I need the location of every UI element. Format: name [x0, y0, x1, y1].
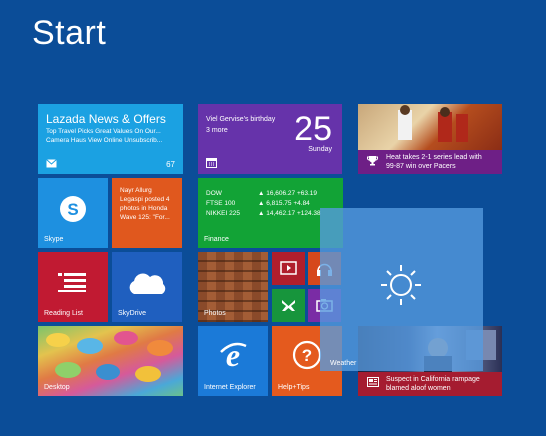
finance-row-value: ▲ 16,606.27 +63.19 — [258, 190, 318, 197]
skype-icon: S — [60, 196, 86, 222]
finance-row-value: ▲ 6,815.75 +4.84 — [258, 200, 310, 207]
start-title: Start — [32, 14, 107, 52]
finance-row-name: DOW — [206, 190, 222, 197]
finance-row-value: ▲ 14,462.17 +124.38 — [258, 210, 321, 217]
sports-headline-line-1: Heat takes 2-1 series lead with — [386, 154, 482, 161]
news-icon — [367, 377, 379, 387]
svg-text:S: S — [67, 200, 78, 219]
mail-line-1: Top Travel Picks Great Values On Our... — [46, 128, 161, 135]
calendar-more: 3 more — [206, 127, 228, 134]
people-update-line-4: Wave 125: "For... — [120, 214, 170, 221]
news-headline: Suspect in California rampage blamed alo… — [386, 375, 480, 393]
skydrive-tile[interactable]: SkyDrive — [112, 252, 182, 322]
xbox-icon — [282, 300, 295, 311]
mail-line-2: Camera Haus View Online Unsubscrib... — [46, 137, 163, 144]
help-tips-label: Help+Tips — [278, 384, 310, 391]
people-update-line-3: photos in Honda — [120, 205, 168, 212]
reading-list-label: Reading List — [44, 310, 83, 317]
skype-tile[interactable]: S Skype — [38, 178, 108, 248]
desktop-label: Desktop — [44, 384, 70, 391]
photos-label: Photos — [204, 310, 226, 317]
internet-explorer-label: Internet Explorer — [204, 384, 256, 391]
sports-photo — [358, 104, 502, 150]
internet-explorer-tile[interactable]: e Internet Explorer — [198, 326, 268, 396]
trophy-icon — [367, 156, 378, 166]
weather-label: Weather — [330, 360, 357, 367]
mail-heading: Lazada News & Offers — [46, 112, 166, 126]
sports-players-image — [398, 105, 468, 142]
calendar-event: Viel Gervise's birthday — [206, 116, 276, 123]
finance-row-name: NIKKEI 225 — [206, 210, 240, 217]
cloud-icon — [129, 273, 166, 294]
mail-icon — [46, 159, 57, 168]
skydrive-label: SkyDrive — [118, 310, 147, 317]
skype-label: Skype — [44, 236, 64, 243]
reading-list-tile[interactable]: Reading List — [38, 252, 108, 322]
games-tile[interactable] — [272, 289, 305, 322]
mail-count: 67 — [166, 160, 175, 169]
desktop-tile[interactable]: Desktop — [38, 326, 183, 396]
news-headline-line-2: blamed aloof women — [386, 385, 451, 392]
calendar-weekday: Sunday — [308, 146, 332, 153]
mail-tile[interactable]: Lazada News & Offers Top Travel Picks Gr… — [38, 104, 183, 174]
video-icon — [280, 261, 297, 275]
help-icon: ? — [292, 340, 322, 370]
sports-headline-line-2: 99-87 win over Pacers — [386, 163, 456, 170]
news-headline-line-1: Suspect in California rampage — [386, 376, 480, 383]
photos-tile[interactable]: Photos — [198, 252, 268, 322]
sports-headline: Heat takes 2-1 series lead with 99-87 wi… — [386, 153, 482, 171]
sun-icon — [381, 265, 421, 305]
people-tile[interactable]: Nayr Allurg Legaspi posted 4 photos in H… — [112, 178, 182, 248]
people-update: Nayr Allurg Legaspi posted 4 photos in H… — [120, 186, 178, 222]
ie-icon: e — [220, 340, 247, 370]
people-update-line-2: Legaspi posted 4 — [120, 196, 170, 203]
reading-list-icon — [58, 273, 86, 292]
finance-label: Finance — [204, 236, 229, 243]
sports-tile[interactable]: Heat takes 2-1 series lead with 99-87 wi… — [358, 104, 502, 174]
calendar-tile[interactable]: Viel Gervise's birthday 3 more 25 Sunday — [198, 104, 342, 174]
calendar-day: 25 — [294, 110, 332, 148]
weather-tile[interactable]: Weather — [320, 208, 483, 371]
calendar-icon — [206, 158, 217, 168]
people-update-line-1: Nayr Allurg — [120, 187, 152, 194]
finance-row-name: FTSE 100 — [206, 200, 236, 207]
svg-text:?: ? — [302, 346, 312, 365]
start-screen: Start Lazada News & Offers Top Travel Pi… — [0, 0, 546, 436]
video-tile[interactable] — [272, 252, 305, 285]
